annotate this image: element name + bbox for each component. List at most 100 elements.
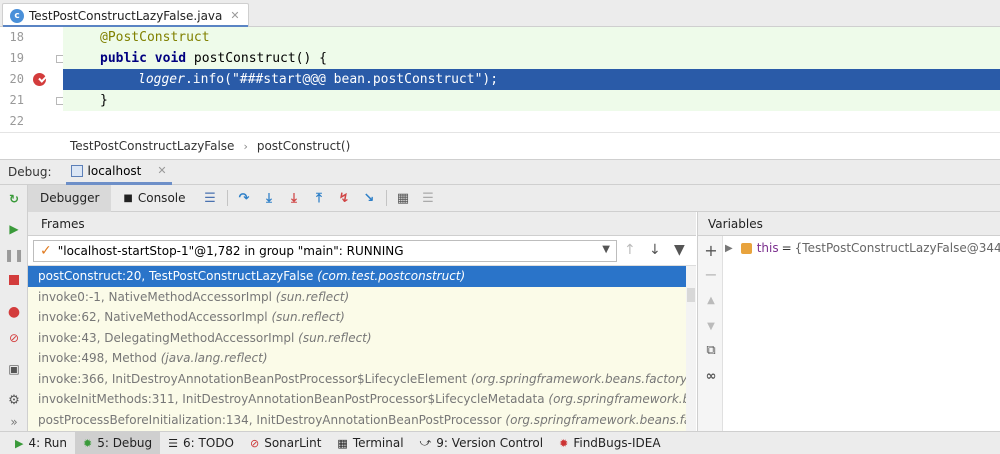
tool-debug-label: 5: Debug [97,436,153,450]
tool-debug[interactable]: ✹ 5: Debug [74,431,161,454]
more-icon[interactable]: » [7,415,21,429]
resume-icon[interactable]: ▶ [7,222,21,236]
editor-file-tab[interactable]: c TestPostConstructLazyFalse.java ✕ [2,3,249,28]
tool-terminal-label: Terminal [352,436,404,450]
chevron-down-icon: ▼ [602,244,610,255]
thread-selector-row: ✓ "localhost-startStop-1"@1,782 in group… [28,236,696,266]
run-icon: ▶ [15,436,24,450]
drop-frame-icon[interactable]: ↯ [332,188,357,208]
step-over-icon[interactable]: ↷ [232,188,257,208]
thread-label: "localhost-startStop-1"@1,782 in group "… [57,244,404,258]
glasses-icon[interactable]: ∞ [704,370,718,384]
force-step-into-icon[interactable]: ⤓ [282,188,307,208]
arrow-down-icon[interactable]: ↓ [649,242,661,258]
variables-header: Variables [697,212,1000,236]
tool-todo-label: 6: TODO [183,436,234,450]
pause-icon[interactable]: ❚❚ [4,248,24,262]
mute-breakpoints-icon[interactable]: ⊘ [7,331,21,345]
code-line: 18 @PostConstruct [0,27,1000,48]
scrollbar-thumb[interactable] [687,288,695,302]
frame-item[interactable]: invoke:62, NativeMethodAccessorImpl (sun… [28,307,696,328]
frame-item[interactable]: invoke:498, Method (java.lang.reflect) [28,348,696,369]
debug-label: Debug: [8,165,52,179]
code-line: 22 [0,111,1000,132]
arrow-up-icon[interactable]: ↑ [624,242,636,258]
tab-debugger[interactable]: Debugger [28,184,112,212]
close-icon[interactable]: ✕ [230,9,239,22]
tool-version-control-label: 9: Version Control [436,436,544,450]
tool-window-bar: ▶ 4: Run ✹ 5: Debug ☰ 6: TODO ⊘ SonarLint ▦ T… [0,431,1000,454]
add-icon[interactable]: + [704,243,718,259]
tool-findbugs[interactable]: ✹ FindBugs-IDEA [551,432,668,454]
tab-console[interactable]: ■ Console [111,185,197,212]
line-number: 20 [9,72,24,86]
settings-icon[interactable]: ⚙ [7,394,21,408]
chevron-right-icon[interactable]: ▶ [725,243,733,254]
breadcrumb: TestPostConstructLazyFalse › postConstru… [0,132,1000,159]
thread-dropdown[interactable]: ✓ "localhost-startStop-1"@1,782 in group… [33,240,617,262]
step-out-icon[interactable]: ⤒ [307,188,332,208]
camera-icon[interactable]: ▣ [7,362,21,376]
breadcrumb-class[interactable]: TestPostConstructLazyFalse [70,139,234,153]
tool-sonarlint[interactable]: ⊘ SonarLint [242,432,329,454]
console-icon: ■ [123,192,133,204]
tool-run[interactable]: ▶ 4: Run [7,432,75,454]
arrow-up-icon[interactable]: ▲ [704,294,718,308]
tab-console-label: Console [137,191,186,205]
debug-actions-bar: ↻ ▶ ❚❚ ● ⊘ ▣ ⚙ » [0,185,28,431]
code-keyword: public void [100,51,194,66]
close-icon[interactable]: ✕ [157,164,166,177]
line-number: 21 [9,93,24,107]
tool-todo[interactable]: ☰ 6: TODO [160,432,242,454]
terminal-icon: ▦ [337,436,348,450]
minus-icon[interactable]: − [704,267,718,283]
toolbar-divider [226,190,228,206]
findbugs-icon: ✹ [559,436,569,450]
copy-icon[interactable]: ⧉ [704,344,718,358]
view-breakpoints-icon[interactable]: ● [7,305,21,319]
rerun-icon[interactable]: ↻ [7,192,21,206]
variable-row[interactable]: ▶ this = {TestPostConstructLazyFalse@344… [725,241,1000,255]
server-icon [70,164,83,177]
code-line-current: 20 logger.info("###start@@@ bean.postCon… [0,69,1000,90]
frame-item[interactable]: invoke0:-1, NativeMethodAccessorImpl (su… [28,287,696,308]
frame-item[interactable]: invoke:366, InitDestroyAnnotationBeanPos… [28,369,696,390]
code-editor[interactable]: 18 @PostConstruct 19 public void postCon… [0,27,1000,132]
frame-item[interactable]: postConstruct:20, TestPostConstructLazyF… [28,266,696,287]
tool-terminal[interactable]: ▦ Terminal [329,432,411,454]
frames-list: postConstruct:20, TestPostConstructLazyF… [28,266,696,431]
variable-value: {TestPostConstructLazyFalse@3445} [794,241,1000,255]
code-line: 19 public void postConstruct() { [0,48,1000,69]
sonarlint-icon: ⊘ [250,436,260,450]
frame-item[interactable]: invoke:43, DelegatingMethodAccessorImpl … [28,328,696,349]
list-icon: ☰ [168,436,179,450]
breakpoint-icon[interactable] [33,73,46,86]
line-number: 19 [9,51,24,65]
trace-icon[interactable]: ☰ [416,188,441,208]
stop-icon[interactable] [7,273,21,287]
breadcrumb-method[interactable]: postConstruct() [257,139,350,153]
step-into-icon[interactable]: ⤓ [257,188,282,208]
run-to-cursor-icon[interactable]: ↘ [357,188,382,208]
layout-icon[interactable]: ☰ [198,188,223,208]
tool-version-control[interactable]: ⤻ 9: Version Control [412,432,552,454]
chevron-right-icon: › [243,139,248,153]
code-text: postConstruct() { [193,51,327,66]
evaluate-expression-icon[interactable]: ▦ [391,188,416,208]
tab-debugger-label: Debugger [40,191,100,205]
tool-findbugs-label: FindBugs-IDEA [573,436,661,450]
code-text: @PostConstruct [100,30,210,45]
arrow-down-icon[interactable]: ▼ [704,320,718,334]
frames-scrollbar[interactable] [686,266,696,431]
toolbar-divider [385,190,387,206]
code-string: "###start@@@ bean.postConstruct" [231,72,483,87]
check-icon: ✓ [40,243,52,259]
line-number: 18 [9,30,24,44]
debug-session-tab[interactable]: localhost ✕ [65,159,172,185]
frame-item[interactable]: invokeInitMethods:311, InitDestroyAnnota… [28,389,696,410]
session-label: localhost [87,163,142,178]
frame-item[interactable]: postProcessBeforeInitialization:134, Ini… [28,410,696,431]
filter-icon[interactable]: ▼ [674,242,685,258]
variables-tree: ▶ this = {TestPostConstructLazyFalse@344… [723,236,1000,431]
line-number: 22 [9,114,24,128]
